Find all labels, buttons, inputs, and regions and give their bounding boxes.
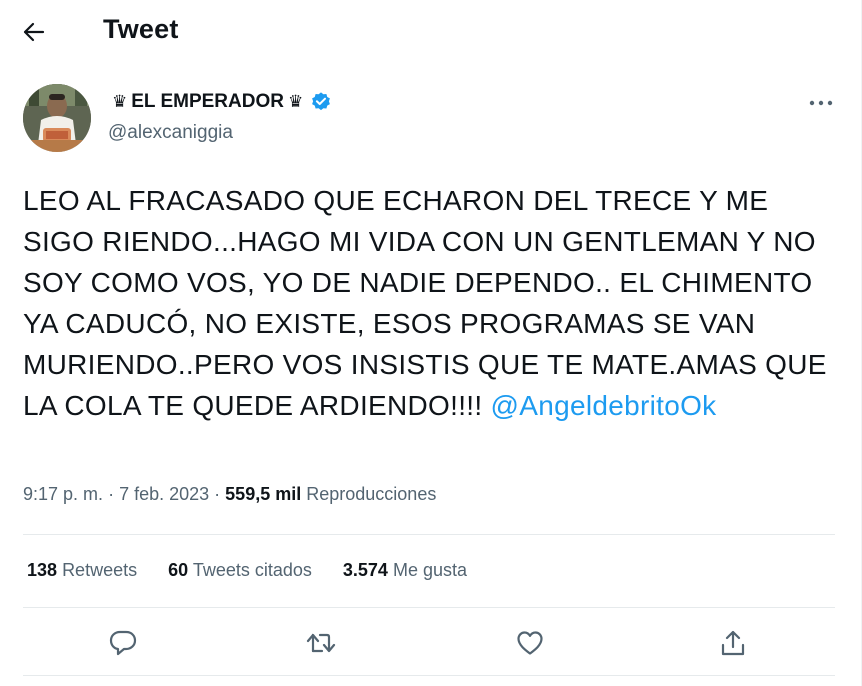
divider <box>23 534 835 535</box>
tweet-time[interactable]: 9:17 p. m. <box>23 484 103 504</box>
retweet-icon <box>306 633 336 653</box>
tweet-date[interactable]: 7 feb. 2023 <box>119 484 209 504</box>
views-count: 559,5 mil <box>225 484 302 504</box>
crown-left: ♛ <box>112 92 128 111</box>
likes-stat[interactable]: 3.574 Me gusta <box>343 560 467 581</box>
retweets-count: 138 <box>27 560 58 580</box>
reply-button[interactable] <box>100 620 146 666</box>
author-handle[interactable]: @alexcaniggia <box>108 122 233 144</box>
tweet-meta: 9:17 p. m. · 7 feb. 2023 · 559,5 mil Rep… <box>23 484 436 505</box>
retweet-button[interactable] <box>298 620 344 666</box>
views-label: Reproducciones <box>306 484 437 504</box>
likes-label: Me gusta <box>392 560 467 580</box>
likes-count: 3.574 <box>342 560 388 580</box>
like-button[interactable] <box>507 620 553 666</box>
retweets-label: Retweets <box>62 560 138 580</box>
quotes-label: Tweets citados <box>192 560 312 580</box>
mention-link[interactable]: @AngeldebritoOk <box>491 390 717 421</box>
share-button[interactable] <box>710 620 756 666</box>
action-bar <box>0 620 862 666</box>
tweet-stats: 138 Retweets 60 Tweets citados 3.574 Me … <box>27 560 498 581</box>
divider <box>23 675 835 676</box>
retweets-stat[interactable]: 138 Retweets <box>27 560 137 581</box>
page-title: Tweet <box>103 14 179 44</box>
like-icon <box>517 631 543 655</box>
back-button[interactable] <box>14 12 54 52</box>
meta-separator: · <box>214 484 226 504</box>
crown-right: ♛ <box>287 92 304 111</box>
share-icon <box>721 630 745 656</box>
display-name[interactable]: EL EMPERADOR <box>131 91 284 113</box>
author-name[interactable]: ♛ EL EMPERADOR ♛ <box>108 91 332 113</box>
tweet-body: LEO AL FRACASADO QUE ECHARON DEL TRECE Y… <box>23 185 827 421</box>
tweet-page: Tweet ♛ EL EMPERADOR ♛ @alexcaniggia LEO… <box>0 0 862 686</box>
more-dots-icon <box>809 100 833 106</box>
more-options-button[interactable] <box>802 88 840 118</box>
divider <box>23 607 835 608</box>
avatar[interactable] <box>23 84 91 152</box>
quotes-count: 60 <box>168 560 189 580</box>
back-arrow-icon <box>23 22 45 42</box>
meta-separator: · <box>108 484 120 504</box>
quotes-stat[interactable]: 60 Tweets citados <box>168 560 312 581</box>
reply-icon <box>109 630 137 656</box>
tweet-text: LEO AL FRACASADO QUE ECHARON DEL TRECE Y… <box>23 180 833 426</box>
top-bar: Tweet <box>0 0 862 62</box>
verified-badge-icon <box>312 92 331 111</box>
